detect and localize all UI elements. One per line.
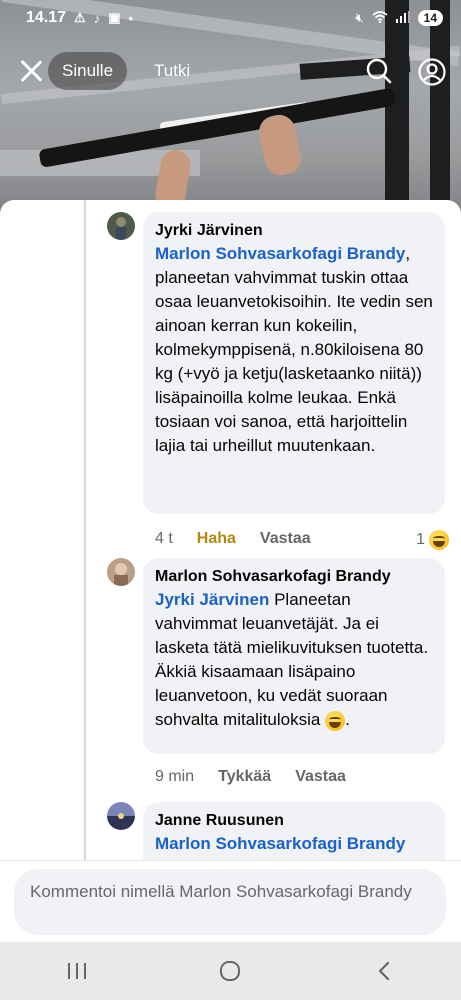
reaction-button[interactable]: Haha xyxy=(197,530,236,548)
back-icon[interactable] xyxy=(354,951,414,991)
battery-level: 14 xyxy=(417,10,443,26)
comment-bubble: Marlon Sohvasarkofagi Brandy Jyrki Järvi… xyxy=(143,558,445,754)
comment-text: Marlon Sohvasarkofagi Brandy, planeetan … xyxy=(155,242,433,458)
tab-tutki[interactable]: Tutki xyxy=(154,61,190,81)
comment-author[interactable]: Marlon Sohvasarkofagi Brandy xyxy=(155,566,433,588)
like-button[interactable]: Tykkää xyxy=(218,768,271,786)
comment-author[interactable]: Janne Ruusunen xyxy=(155,810,433,832)
avatar[interactable] xyxy=(107,558,135,586)
alert-icon: ⚠ xyxy=(74,10,86,25)
comment-actions: 9 min Tykkää Vastaa xyxy=(155,768,346,786)
comment-text: Jyrki Järvinen Planeetan vahvimmat leuan… xyxy=(155,588,433,732)
system-nav-bar xyxy=(0,942,461,1000)
avatar[interactable] xyxy=(107,802,135,830)
comment-time: 9 min xyxy=(155,768,195,785)
comment-body: Planeetan vahvimmat leuanvetäjät. Ja ei … xyxy=(155,590,429,729)
reaction-summary[interactable]: 1 xyxy=(416,530,449,550)
signal-icon xyxy=(395,10,410,26)
laughing-emoji-icon xyxy=(429,530,449,550)
profile-icon[interactable] xyxy=(418,58,446,86)
mention-link[interactable]: Jyrki Järvinen xyxy=(155,590,269,609)
mention-link[interactable]: Marlon Sohvasarkofagi Brandy xyxy=(155,244,405,263)
comment-input-bar: Kommentoi nimellä Marlon Sohvasarkofagi … xyxy=(0,860,461,943)
recents-icon[interactable] xyxy=(47,951,107,991)
comment-input[interactable]: Kommentoi nimellä Marlon Sohvasarkofagi … xyxy=(14,869,446,935)
reaction-count: 1 xyxy=(416,531,425,548)
tab-sinulle[interactable]: Sinulle xyxy=(48,52,128,90)
comment-actions: 4 t Haha Vastaa xyxy=(155,530,311,548)
mention-link[interactable]: Marlon Sohvasarkofagi Brandy xyxy=(155,834,405,853)
avatar[interactable] xyxy=(107,212,135,240)
top-app-bar: Sinulle Tutki xyxy=(0,48,461,94)
dot-icon: • xyxy=(128,10,134,26)
reply-button[interactable]: Vastaa xyxy=(295,768,346,786)
clock: 14.17 xyxy=(26,9,67,26)
wifi-icon xyxy=(372,10,388,26)
screenshot-icon: ▣ xyxy=(108,10,121,25)
laughing-emoji-icon xyxy=(325,710,346,731)
comment-text: Marlon Sohvasarkofagi Brandy xyxy=(155,832,433,856)
mute-icon: 🔇︎ xyxy=(355,10,364,25)
thread-line xyxy=(84,200,86,860)
comments-sheet: Jyrki Järvinen Marlon Sohvasarkofagi Bra… xyxy=(0,200,461,942)
tiktok-icon: ♪ xyxy=(93,10,101,26)
comment-bubble: Jyrki Järvinen Marlon Sohvasarkofagi Bra… xyxy=(143,212,445,514)
close-icon[interactable] xyxy=(18,58,44,84)
comment-author[interactable]: Jyrki Järvinen xyxy=(155,220,433,242)
comment-body-end: . xyxy=(345,710,350,729)
comment-body: , planeetan vahvimmat tuskin ottaa osaa … xyxy=(155,244,433,455)
comment-time: 4 t xyxy=(155,530,173,547)
status-bar: 14.17 ⚠ ♪ ▣ • 🔇︎ 14 xyxy=(0,0,461,36)
reply-button[interactable]: Vastaa xyxy=(260,530,311,548)
search-icon[interactable] xyxy=(366,58,392,84)
home-icon[interactable] xyxy=(200,951,260,991)
